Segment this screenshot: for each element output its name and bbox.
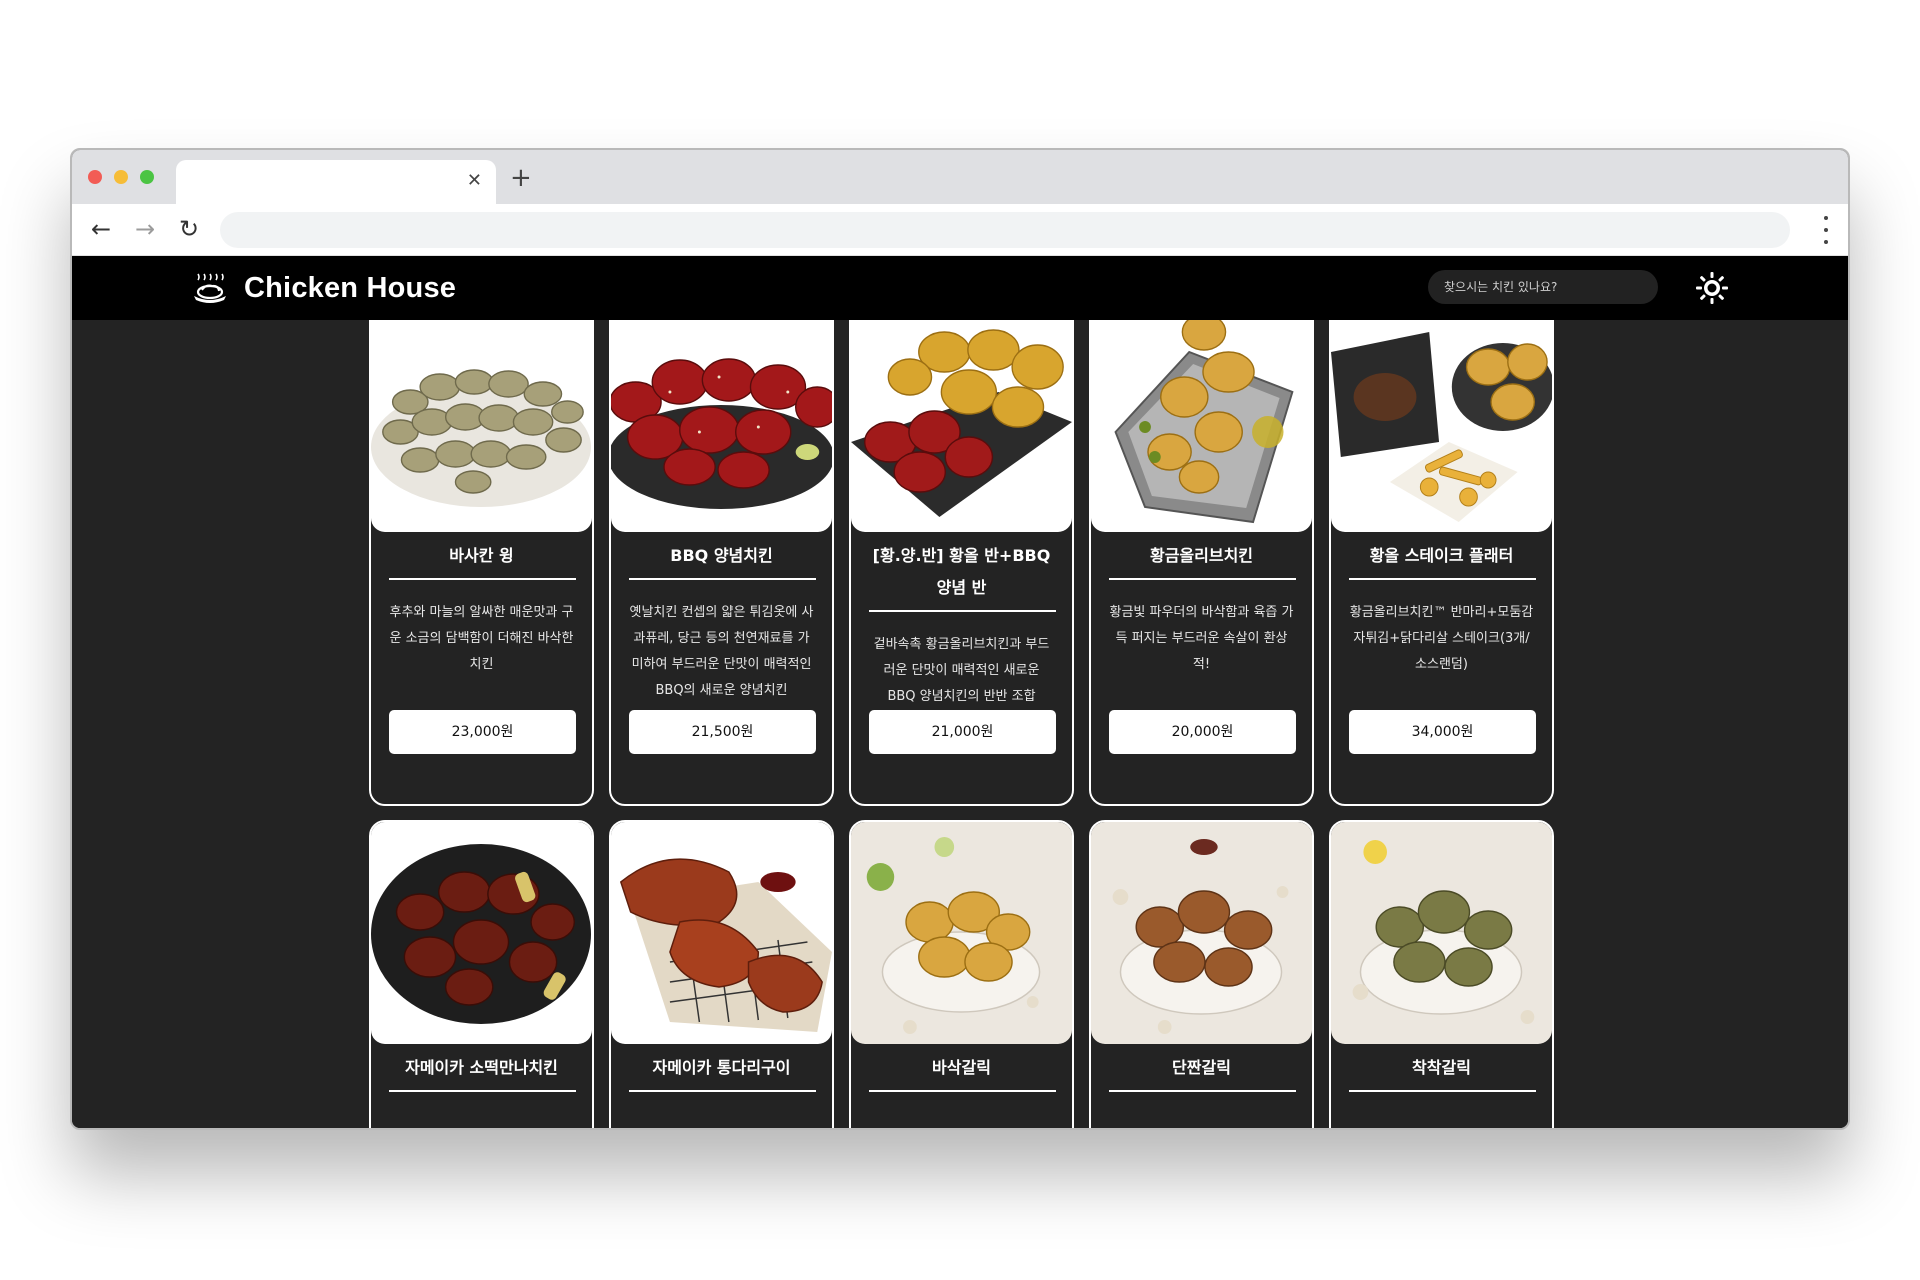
maximize-window-button[interactable] <box>140 170 154 184</box>
search-input[interactable] <box>1428 270 1658 304</box>
menu-card[interactable]: 황올 스테이크 플래터 황금올리브치킨™ 반마리+모둠감자튀김+닭다리살 스테이… <box>1329 280 1554 806</box>
price-button[interactable]: 23,000원 <box>389 710 576 754</box>
page-viewport: Chicken House 찾으시는 치킨 있나요? 바사칸 윙 후추와 마늘의… <box>72 256 1848 1128</box>
site-title[interactable]: Chicken House <box>244 270 456 306</box>
menu-card[interactable]: 착착갈릭 <box>1329 820 1554 1128</box>
minimize-window-button[interactable] <box>114 170 128 184</box>
back-arrow-icon[interactable]: ← <box>86 214 116 244</box>
menu-item-name: 황금올리브치킨 <box>1149 546 1254 565</box>
tab-bar: ✕ + <box>72 150 1848 204</box>
menu-item-description: 황금빛 파우더의 바삭함과 육즙 가득 퍼지는 부드러운 속살이 환상적! <box>1109 605 1294 672</box>
divider <box>869 610 1056 612</box>
menu-item-name: 바사칸 윙 <box>449 546 514 565</box>
divider <box>389 578 576 580</box>
browser-menu-icon[interactable] <box>1822 216 1830 244</box>
new-tab-icon[interactable]: + <box>510 164 532 192</box>
menu-item-name: 자메이카 소떡만나치킨 <box>405 1058 558 1077</box>
site-header: Chicken House <box>72 256 1848 320</box>
browser-toolbar: ← → ↻ <box>72 204 1848 256</box>
menu-card[interactable]: 바삭갈릭 <box>849 820 1074 1128</box>
menu-item-description: 옛날치킨 컨셉의 얇은 튀김옷에 사과퓨레, 당근 등의 천연재료를 가미하여 … <box>629 605 814 698</box>
address-bar[interactable] <box>220 212 1790 248</box>
forward-arrow-icon[interactable]: → <box>130 214 160 244</box>
window-controls <box>88 170 154 184</box>
browser-window: ✕ + ← → ↻ Chicken House 찾으시는 치킨 있나요? 바사칸… <box>70 148 1850 1130</box>
price-button[interactable]: 21,500원 <box>629 710 816 754</box>
price-button[interactable]: 21,000원 <box>869 710 1056 754</box>
menu-card[interactable]: 자메이카 통다리구이 <box>609 820 834 1128</box>
divider <box>869 1090 1056 1092</box>
menu-item-name: 자메이카 통다리구이 <box>652 1058 791 1077</box>
menu-card[interactable]: 바사칸 윙 후추와 마늘의 알싸한 매운맛과 구운 소금의 담백함이 더해진 바… <box>369 280 594 806</box>
menu-item-name: [황.양.반] 황올 반+BBQ 양념 반 <box>872 546 1051 597</box>
menu-card[interactable]: 자메이카 소떡만나치킨 <box>369 820 594 1128</box>
browser-tab[interactable]: ✕ <box>176 160 496 204</box>
divider <box>1109 1090 1296 1092</box>
menu-card[interactable]: 단짠갈릭 <box>1089 820 1314 1128</box>
sun-icon[interactable] <box>1694 270 1730 306</box>
menu-card[interactable]: [황.양.반] 황올 반+BBQ 양념 반 겉바속촉 황금올리브치킨과 부드러운… <box>849 280 1074 806</box>
menu-item-name: 착착갈릭 <box>1412 1058 1471 1077</box>
menu-item-name: BBQ 양념치킨 <box>670 546 773 565</box>
menu-card[interactable]: BBQ 양념치킨 옛날치킨 컨셉의 얇은 튀김옷에 사과퓨레, 당근 등의 천연… <box>609 280 834 806</box>
divider <box>1349 578 1536 580</box>
menu-item-description: 황금올리브치킨™ 반마리+모둠감자튀김+닭다리살 스테이크(3개/소스랜덤) <box>1349 605 1534 672</box>
chicken-dish-icon <box>194 273 226 303</box>
menu-item-image[interactable] <box>371 822 592 1044</box>
menu-item-name: 황올 스테이크 플래터 <box>1369 546 1514 565</box>
menu-item-image[interactable] <box>1331 822 1552 1044</box>
close-tab-icon[interactable]: ✕ <box>467 170 482 192</box>
divider <box>1109 578 1296 580</box>
close-window-button[interactable] <box>88 170 102 184</box>
menu-card[interactable]: 황금올리브치킨 황금빛 파우더의 바삭함과 육즙 가득 퍼지는 부드러운 속살이… <box>1089 280 1314 806</box>
menu-item-name: 바삭갈릭 <box>932 1058 991 1077</box>
divider <box>1349 1090 1536 1092</box>
menu-item-description: 겉바속촉 황금올리브치킨과 부드러운 단맛이 매력적인 새로운 BBQ 양념치킨… <box>873 637 1050 704</box>
divider <box>389 1090 576 1092</box>
price-button[interactable]: 34,000원 <box>1349 710 1536 754</box>
price-button[interactable]: 20,000원 <box>1109 710 1296 754</box>
menu-item-image[interactable] <box>1091 822 1312 1044</box>
reload-icon[interactable]: ↻ <box>174 214 204 244</box>
divider <box>629 1090 816 1092</box>
menu-item-image[interactable] <box>851 822 1072 1044</box>
menu-item-name: 단짠갈릭 <box>1172 1058 1231 1077</box>
divider <box>629 578 816 580</box>
menu-item-description: 후추와 마늘의 알싸한 매운맛과 구운 소금의 담백함이 더해진 바삭한 치킨 <box>389 605 574 672</box>
menu-item-image[interactable] <box>611 822 832 1044</box>
